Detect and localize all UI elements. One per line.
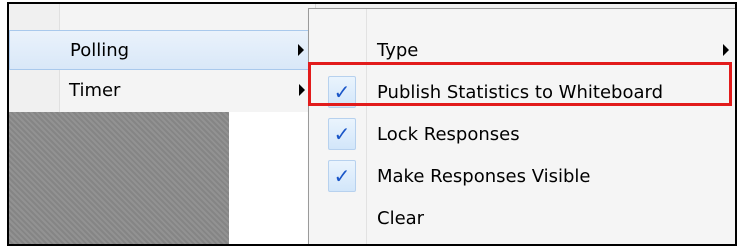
background-texture (9, 112, 229, 244)
submenu-item-make-responses-visible[interactable]: ✓ Make Responses Visible (309, 155, 735, 197)
checkmark-icon: ✓ (328, 160, 356, 192)
menu-item-label: Polling (70, 39, 130, 61)
checkmark-icon: ✓ (328, 118, 356, 150)
menu-item-timer[interactable]: Timer (9, 70, 315, 110)
menu-item-polling[interactable]: Polling (9, 30, 315, 70)
submenu-arrow-icon (723, 44, 729, 56)
submenu-item-label: Lock Responses (377, 123, 520, 145)
annotation-highlight-box (308, 62, 732, 106)
submenu-item-lock-responses[interactable]: ✓ Lock Responses (309, 113, 735, 155)
parent-menu: Polling Timer (9, 4, 316, 112)
polling-submenu: Type ✓ Publish Statistics to Whiteboard … (308, 8, 735, 244)
submenu-item-clear[interactable]: Clear (309, 197, 735, 239)
submenu-item-label: Clear (377, 207, 425, 229)
submenu-arrow-icon (299, 84, 305, 96)
menu-item-label: Timer (69, 79, 121, 101)
submenu-item-label: Type (377, 39, 419, 61)
background-canvas (229, 112, 309, 244)
submenu-item-label: Make Responses Visible (377, 165, 591, 187)
screenshot-frame: Polling Timer Type ✓ Publish Statistics … (7, 2, 737, 246)
submenu-arrow-icon (298, 44, 304, 56)
